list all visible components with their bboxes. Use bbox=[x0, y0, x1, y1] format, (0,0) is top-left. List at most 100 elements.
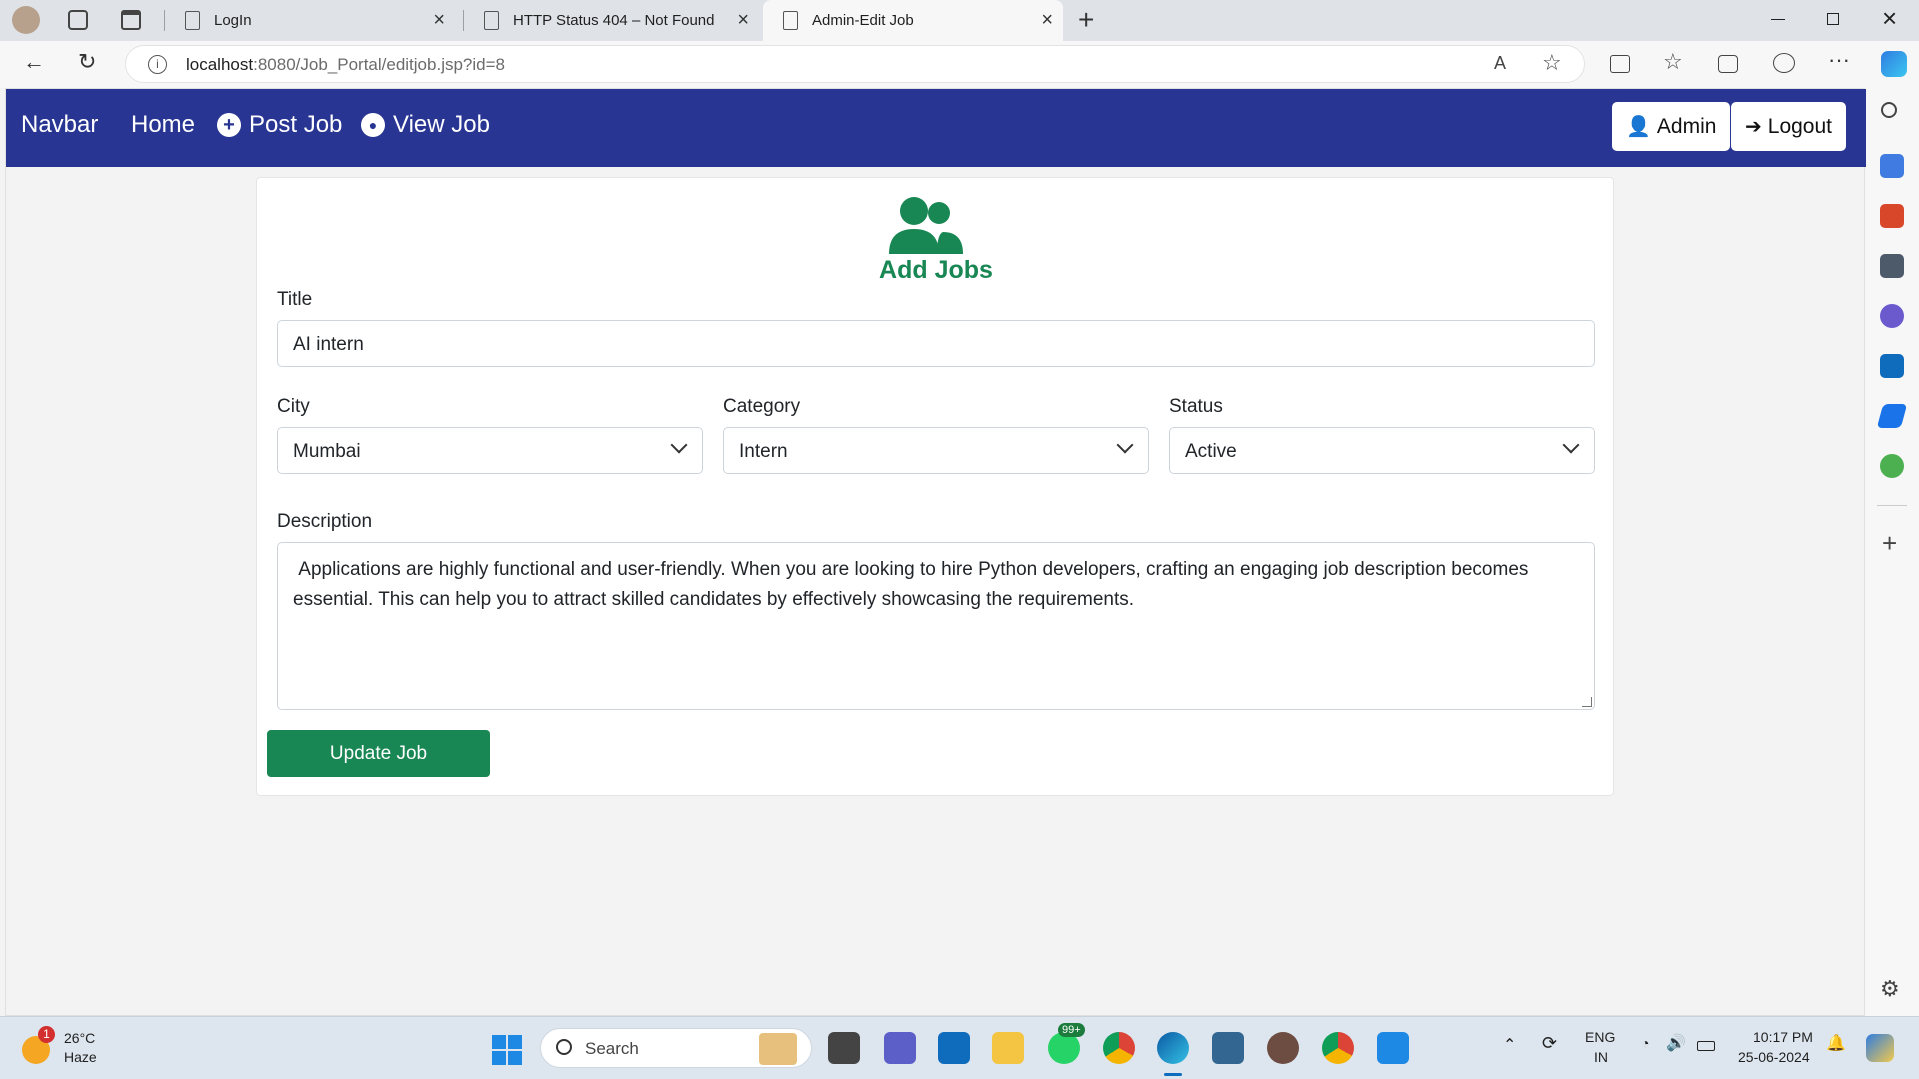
file-explorer-icon[interactable] bbox=[992, 1032, 1024, 1064]
teams-icon[interactable] bbox=[884, 1032, 916, 1064]
tree-icon[interactable] bbox=[1880, 454, 1904, 478]
resize-handle[interactable] bbox=[1582, 697, 1592, 707]
nav-view-job-link[interactable]: ● View Job bbox=[361, 111, 490, 139]
navbar-brand[interactable]: Navbar bbox=[21, 111, 98, 139]
tab-label: HTTP Status 404 – Not Found bbox=[513, 12, 715, 29]
admin-button[interactable]: 👤 Admin bbox=[1612, 102, 1731, 151]
sync-icon[interactable]: ⟳ bbox=[1542, 1033, 1557, 1054]
page-icon bbox=[185, 11, 200, 30]
tools-icon[interactable] bbox=[1880, 204, 1904, 228]
url-text: localhost:8080/Job_Portal/editjob.jsp?id… bbox=[186, 55, 505, 75]
url-path: :8080/Job_Portal/editjob.jsp?id=8 bbox=[253, 55, 505, 74]
notification-bell-icon[interactable]: 🔔 bbox=[1826, 1033, 1846, 1053]
page-icon bbox=[484, 11, 499, 30]
taskbar-search[interactable]: Search bbox=[540, 1028, 812, 1068]
close-tab-icon[interactable]: × bbox=[1041, 9, 1053, 32]
sidebar-settings-icon[interactable]: ⚙ bbox=[1880, 976, 1900, 1002]
mail-icon[interactable] bbox=[938, 1032, 970, 1064]
profile-avatar[interactable] bbox=[12, 6, 40, 34]
nav-post-job-label: Post Job bbox=[249, 111, 343, 138]
tab-404[interactable]: HTTP Status 404 – Not Found × bbox=[464, 0, 759, 41]
title-input[interactable]: AI intern bbox=[277, 320, 1595, 367]
status-select[interactable]: Active bbox=[1169, 427, 1595, 474]
search-highlight-icon bbox=[759, 1033, 797, 1065]
show-hidden-icons[interactable]: ⌃ bbox=[1503, 1035, 1516, 1055]
users-icon bbox=[889, 197, 963, 254]
nav-post-job-link[interactable]: + Post Job bbox=[217, 111, 342, 139]
title-value: AI intern bbox=[293, 334, 364, 355]
search-icon[interactable] bbox=[1881, 102, 1897, 118]
clock-time[interactable]: 10:17 PM bbox=[1753, 1029, 1813, 1045]
clock-date[interactable]: 25-06-2024 bbox=[1738, 1049, 1810, 1065]
browser-essentials-icon[interactable] bbox=[1773, 53, 1795, 73]
battery-icon[interactable] bbox=[1697, 1041, 1715, 1051]
edge-icon[interactable] bbox=[1157, 1032, 1189, 1064]
restore-icon[interactable] bbox=[1827, 13, 1839, 25]
copilot-icon[interactable] bbox=[1881, 51, 1907, 77]
chevron-down-icon bbox=[670, 436, 688, 454]
chrome-icon[interactable] bbox=[1103, 1032, 1135, 1064]
city-value: Mumbai bbox=[293, 441, 361, 462]
weather-temp: 26°C bbox=[64, 1030, 96, 1046]
category-select[interactable]: Intern bbox=[723, 427, 1149, 474]
favorites-icon[interactable]: ☆ bbox=[1663, 49, 1683, 75]
app-navbar: Navbar Home + Post Job ● View Job 👤 Admi… bbox=[6, 89, 1866, 167]
active-app-indicator bbox=[1164, 1073, 1182, 1076]
site-info-icon[interactable]: i bbox=[148, 55, 167, 74]
update-job-button[interactable]: Update Job bbox=[267, 730, 490, 777]
collections-icon[interactable] bbox=[1718, 55, 1738, 73]
app-icon[interactable] bbox=[1267, 1032, 1299, 1064]
language-bottom: IN bbox=[1594, 1049, 1608, 1065]
games-icon[interactable] bbox=[1880, 254, 1904, 278]
title-label: Title bbox=[277, 289, 313, 310]
chevron-down-icon bbox=[1562, 436, 1580, 454]
language-top[interactable]: ENG bbox=[1585, 1029, 1615, 1045]
address-bar[interactable]: i localhost:8080/Job_Portal/editjob.jsp?… bbox=[125, 45, 1585, 83]
logout-button[interactable]: ➔ Logout bbox=[1731, 102, 1846, 151]
logout-label: Logout bbox=[1767, 114, 1832, 138]
outlook-icon[interactable] bbox=[1880, 354, 1904, 378]
minimize-icon[interactable] bbox=[1771, 19, 1785, 20]
eye-icon: ● bbox=[361, 113, 385, 137]
new-tab-icon[interactable]: + bbox=[1078, 4, 1094, 36]
favorite-star-icon[interactable]: ☆ bbox=[1542, 50, 1562, 76]
refresh-icon[interactable]: ↻ bbox=[78, 49, 96, 75]
vscode-icon[interactable] bbox=[1377, 1032, 1409, 1064]
volume-icon[interactable]: 🔊 bbox=[1666, 1033, 1686, 1053]
sign-in-icon: ➔ bbox=[1745, 116, 1762, 138]
chevron-down-icon bbox=[1116, 436, 1134, 454]
add-sidebar-app-icon[interactable]: + bbox=[1882, 528, 1897, 559]
task-view-icon[interactable] bbox=[828, 1032, 860, 1064]
split-screen-icon[interactable] bbox=[1610, 55, 1630, 73]
start-button[interactable] bbox=[492, 1035, 522, 1065]
close-tab-icon[interactable]: × bbox=[433, 9, 445, 32]
nav-home-link[interactable]: Home bbox=[131, 111, 195, 139]
back-icon[interactable]: ← bbox=[23, 49, 45, 75]
chrome-profile-icon[interactable] bbox=[1322, 1032, 1354, 1064]
edit-job-card: Add Jobs Title AI intern City Mumbai Cat… bbox=[256, 177, 1614, 796]
tab-login[interactable]: LogIn × bbox=[165, 0, 455, 41]
form-heading: Add Jobs bbox=[879, 256, 993, 284]
tab-actions-icon[interactable] bbox=[121, 10, 141, 30]
windows-logo-tile bbox=[508, 1051, 522, 1065]
workspaces-icon[interactable] bbox=[68, 10, 88, 30]
windows-logo-tile bbox=[492, 1051, 506, 1065]
postgres-icon[interactable] bbox=[1212, 1032, 1244, 1064]
wifi-icon[interactable]: ◔ bbox=[1641, 1035, 1649, 1051]
copilot-taskbar-icon[interactable] bbox=[1866, 1034, 1894, 1062]
more-menu-icon[interactable]: ··· bbox=[1828, 47, 1850, 73]
description-textarea[interactable]: Applications are highly functional and u… bbox=[277, 542, 1595, 710]
close-tab-icon[interactable]: × bbox=[737, 9, 749, 32]
description-value: Applications are highly functional and u… bbox=[293, 559, 1534, 610]
close-window-icon[interactable]: × bbox=[1882, 3, 1897, 34]
whatsapp-badge: 99+ bbox=[1058, 1023, 1085, 1037]
tab-admin-edit-job[interactable]: Admin-Edit Job × bbox=[763, 0, 1063, 41]
city-select[interactable]: Mumbai bbox=[277, 427, 703, 474]
category-label: Category bbox=[723, 396, 801, 417]
microsoft-365-icon[interactable] bbox=[1880, 304, 1904, 328]
address-toolbar: ← ↻ i localhost:8080/Job_Portal/editjob.… bbox=[0, 41, 1919, 88]
read-aloud-icon[interactable]: A bbox=[1494, 53, 1506, 74]
tab-label: LogIn bbox=[214, 12, 252, 29]
send-icon[interactable] bbox=[1876, 404, 1908, 428]
shopping-tag-icon[interactable] bbox=[1880, 154, 1904, 178]
